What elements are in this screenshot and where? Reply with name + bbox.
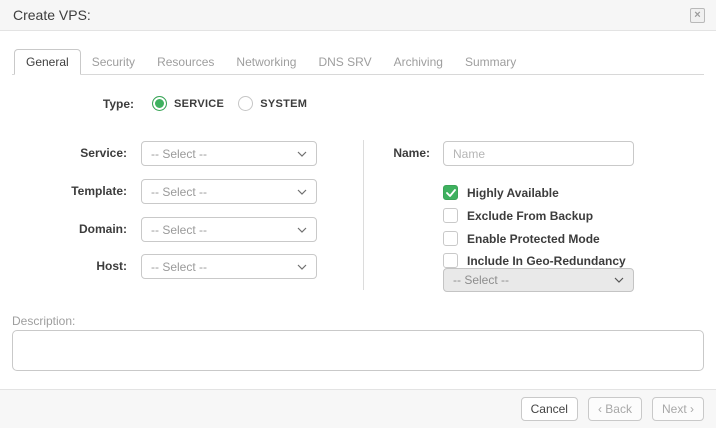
tab-networking[interactable]: Networking: [225, 49, 307, 75]
service-select[interactable]: -- Select --: [141, 141, 317, 166]
description-textarea[interactable]: [12, 330, 704, 371]
description-label: Description:: [12, 314, 75, 328]
check-icon: [443, 185, 458, 200]
type-label: Type:: [0, 96, 134, 112]
checkbox-protected-mode[interactable]: Enable Protected Mode: [443, 231, 600, 246]
tab-security[interactable]: Security: [81, 49, 146, 75]
template-select-value: -- Select --: [151, 185, 207, 199]
service-select-value: -- Select --: [151, 147, 207, 161]
host-select[interactable]: -- Select --: [141, 254, 317, 279]
checkbox-label: Include In Geo-Redundancy: [467, 254, 626, 268]
domain-select[interactable]: -- Select --: [141, 217, 317, 242]
tab-general[interactable]: General: [14, 49, 81, 75]
next-button[interactable]: Next ›: [652, 397, 704, 421]
checkbox-box: [443, 231, 458, 246]
service-label: Service:: [0, 141, 127, 166]
host-select-value: -- Select --: [151, 260, 207, 274]
chevron-down-icon: [297, 227, 307, 233]
template-label: Template:: [0, 179, 127, 204]
tab-resources[interactable]: Resources: [146, 49, 225, 75]
dialog-footer: Cancel ‹ Back Next ›: [0, 389, 716, 428]
checkbox-geo-redundancy[interactable]: Include In Geo-Redundancy: [443, 253, 626, 268]
dialog-title: Create VPS:: [13, 7, 91, 23]
domain-label: Domain:: [0, 217, 127, 242]
chevron-down-icon: [297, 151, 307, 157]
cancel-button[interactable]: Cancel: [521, 397, 578, 421]
tab-summary[interactable]: Summary: [454, 49, 527, 75]
template-select[interactable]: -- Select --: [141, 179, 317, 204]
host-label: Host:: [0, 254, 127, 279]
checkbox-label: Highly Available: [467, 186, 559, 200]
dialog-header: Create VPS: ×: [0, 0, 716, 31]
checkbox-label: Enable Protected Mode: [467, 232, 600, 246]
tab-dns-srv[interactable]: DNS SRV: [307, 49, 382, 75]
checkbox-box: [443, 208, 458, 223]
geo-select-value: -- Select --: [453, 273, 509, 287]
geo-redundancy-select[interactable]: -- Select --: [443, 268, 634, 292]
create-vps-dialog: Create VPS: × General Security Resources…: [0, 0, 716, 428]
checkbox-label: Exclude From Backup: [467, 209, 593, 223]
tabbar: General Security Resources Networking DN…: [14, 49, 527, 75]
chevron-down-icon: [614, 277, 624, 283]
checkbox-exclude-backup[interactable]: Exclude From Backup: [443, 208, 593, 223]
radio-service[interactable]: [152, 96, 167, 111]
name-label: Name:: [330, 141, 430, 166]
chevron-down-icon: [297, 264, 307, 270]
domain-select-value: -- Select --: [151, 223, 207, 237]
radio-system[interactable]: [238, 96, 253, 111]
name-input[interactable]: [443, 141, 634, 166]
back-button[interactable]: ‹ Back: [588, 397, 642, 421]
tab-archiving[interactable]: Archiving: [383, 49, 454, 75]
chevron-down-icon: [297, 189, 307, 195]
radio-system-label: SYSTEM: [260, 98, 307, 110]
radio-service-label: SERVICE: [174, 98, 224, 110]
type-radio-group: SERVICE SYSTEM: [152, 96, 321, 111]
checkbox-box: [443, 253, 458, 268]
close-icon[interactable]: ×: [690, 8, 705, 23]
checkbox-highly-available[interactable]: Highly Available: [443, 185, 559, 200]
